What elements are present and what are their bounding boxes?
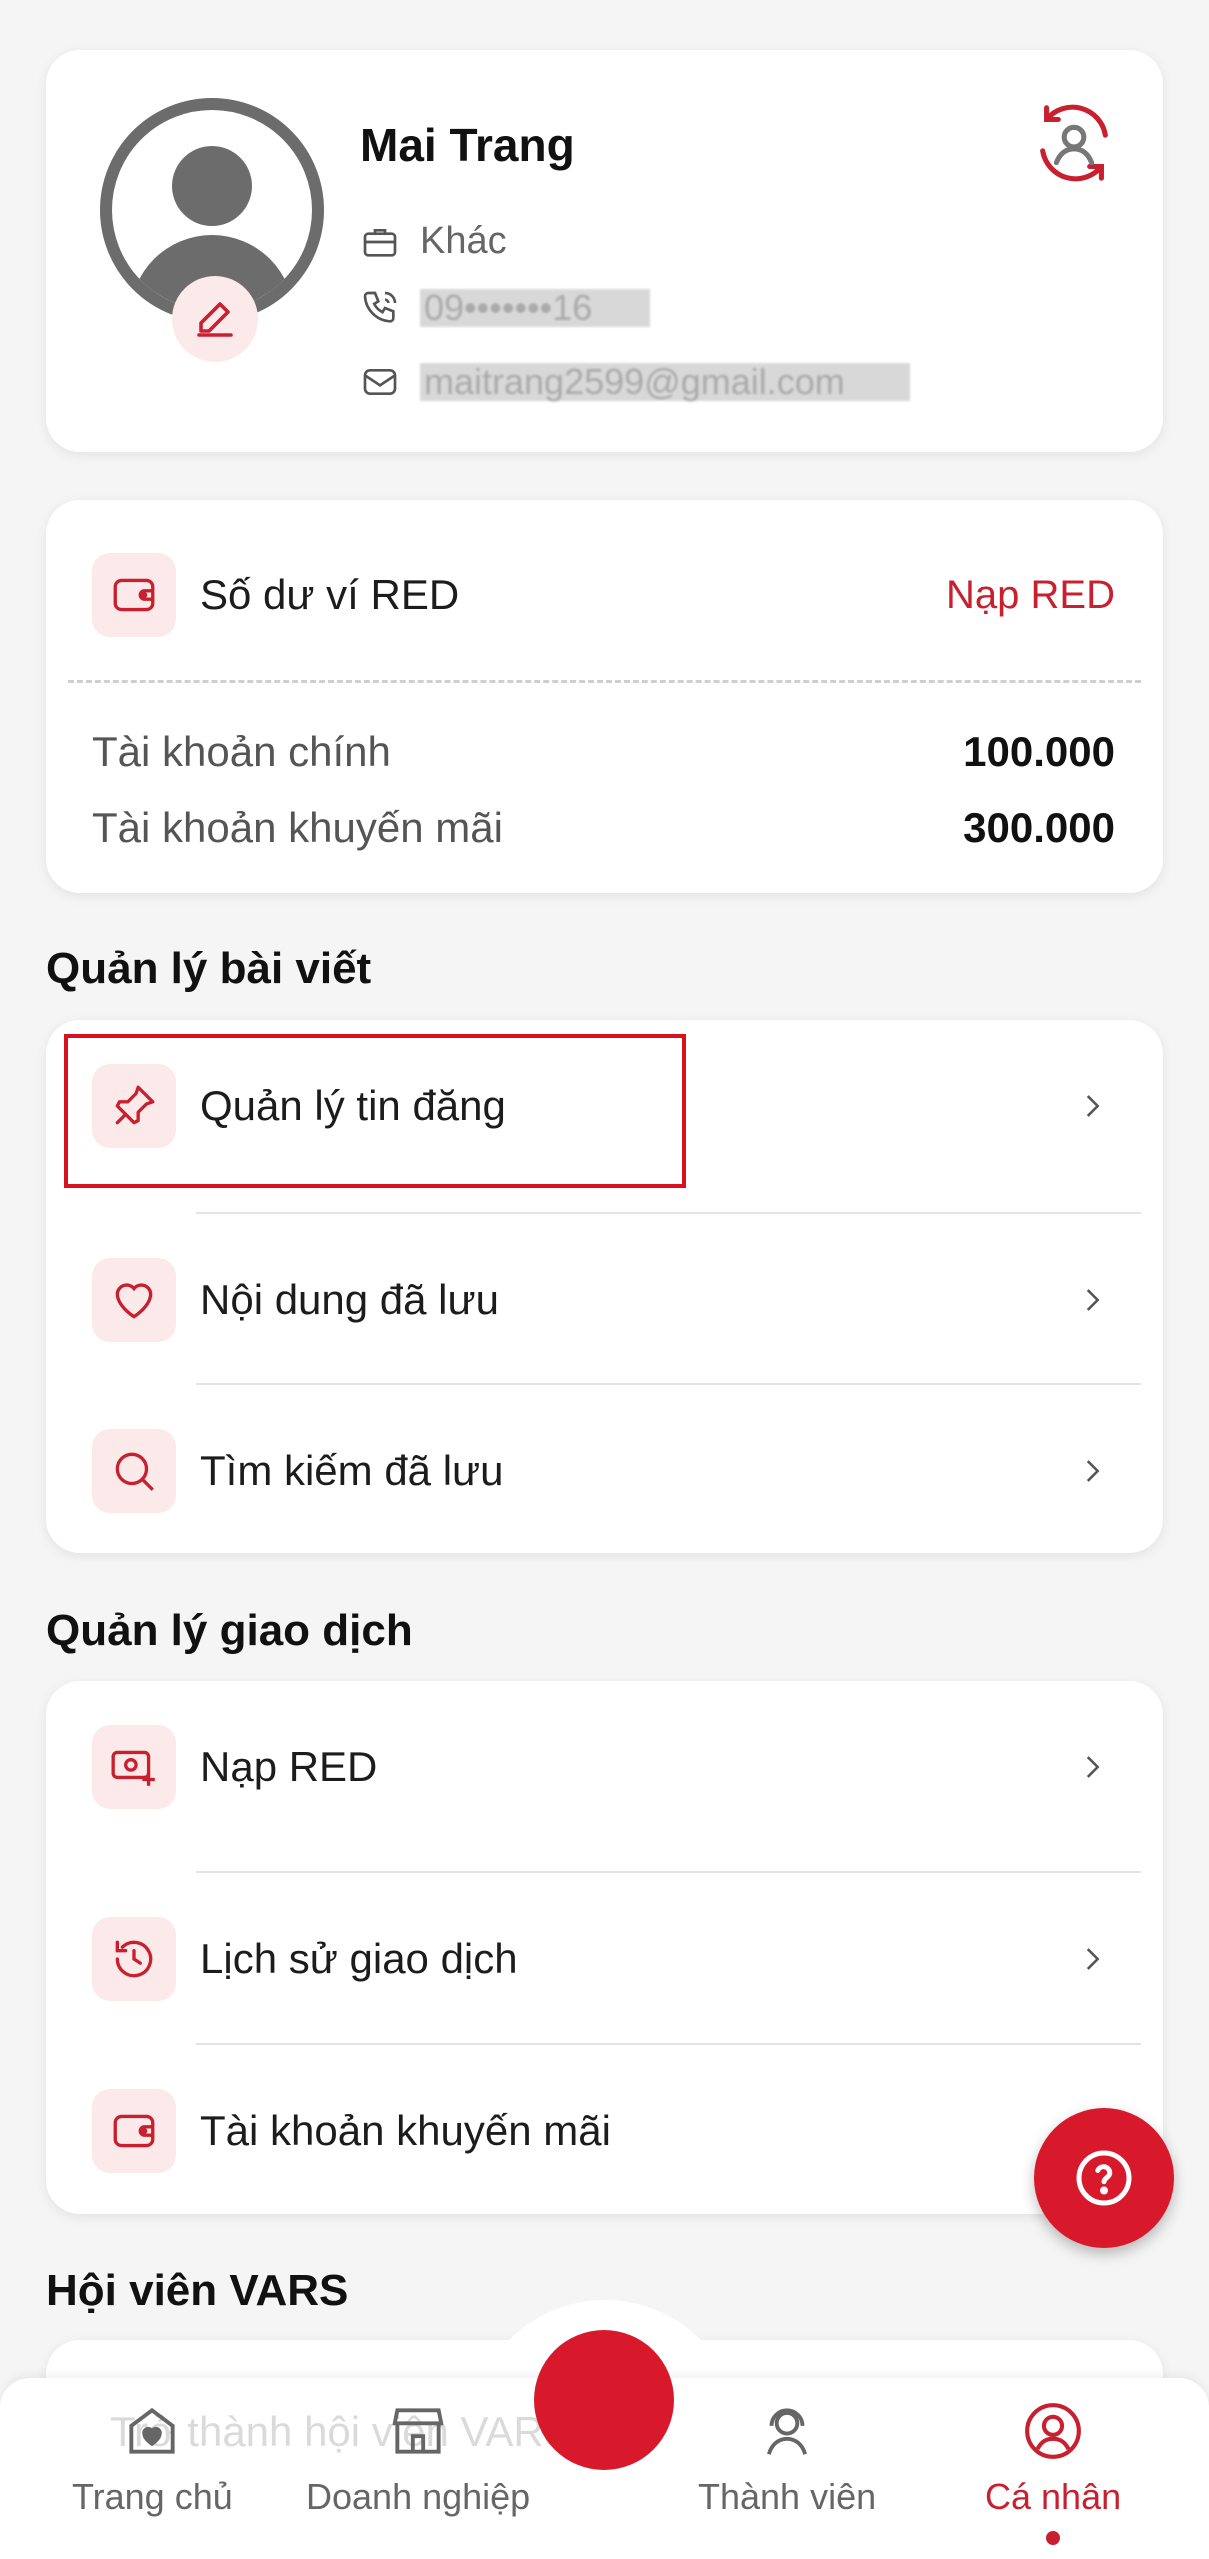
list-item-label: Tài khoản khuyến mãi: [200, 2106, 611, 2154]
phone-icon: [363, 291, 397, 323]
mail-icon: [363, 369, 397, 395]
post-fab-button[interactable]: [534, 2330, 674, 2470]
transactions-list: Nạp RED Lịch sử giao dịch Tài khoản khuy…: [46, 1681, 1163, 2214]
wallet-title: Số dư ví RED: [200, 571, 460, 618]
list-item-label: Nạp RED: [200, 1742, 378, 1790]
chevron-right-icon: [1086, 1459, 1100, 1482]
profile-email: maitrang2599@gmail.com: [420, 363, 910, 401]
wallet-icon: [113, 2114, 155, 2147]
nav-item-members[interactable]: Thành viên: [698, 2400, 876, 2518]
nav-item-business[interactable]: Doanh nghiệp: [306, 2400, 530, 2518]
list-item-promo-account[interactable]: Tài khoản khuyến mãi: [46, 2045, 1163, 2214]
profile-category-row: Khác: [360, 220, 507, 263]
search-icon: [115, 1452, 154, 1491]
nav-item-personal[interactable]: Cá nhân: [985, 2400, 1121, 2518]
chevron-right-icon: [1086, 1288, 1100, 1311]
list-item-label: Lịch sử giao dịch: [200, 1934, 518, 1982]
chevron-right-icon: [1086, 1755, 1100, 1778]
promo-account-value: 300.000: [963, 804, 1115, 851]
profile-category: Khác: [420, 220, 507, 262]
nav-item-home[interactable]: Trang chủ: [72, 2400, 233, 2518]
topup-red-link[interactable]: Nạp RED: [946, 573, 1115, 618]
list-item-saved-content[interactable]: Nội dung đã lưu: [46, 1214, 1163, 1385]
switch-account-button[interactable]: [1027, 96, 1121, 195]
member-icon: [767, 2408, 808, 2455]
nav-label: Trang chủ: [72, 2476, 233, 2517]
switch-account-icon: [1040, 104, 1108, 182]
highlight-box: [64, 1034, 686, 1188]
profile-email-row: maitrang2599@gmail.com: [360, 362, 910, 402]
pencil-icon: [197, 302, 233, 337]
main-account-row: Tài khoản chính 100.000: [92, 728, 1115, 776]
help-button[interactable]: [1034, 2108, 1174, 2248]
store-icon: [392, 2408, 444, 2454]
nav-label: Doanh nghiệp: [306, 2476, 531, 2517]
profile-phone-row: 09•••••••16: [360, 288, 650, 328]
question-icon: [1076, 2150, 1132, 2206]
list-item-transaction-history[interactable]: Lịch sử giao dịch: [46, 1873, 1163, 2044]
transactions-section-title: Quản lý giao dịch: [46, 1606, 413, 1655]
wallet-divider: [68, 680, 1141, 683]
wallet-icon-box: [92, 553, 176, 637]
active-indicator: [1046, 2531, 1060, 2545]
heart-icon: [115, 1282, 153, 1319]
main-account-value: 100.000: [963, 728, 1115, 775]
list-item-topup-red[interactable]: Nạp RED: [46, 1681, 1163, 1852]
nav-label: Thành viên: [698, 2476, 877, 2517]
posts-section-title: Quản lý bài viết: [46, 944, 372, 993]
list-item-saved-searches[interactable]: Tìm kiếm đã lưu: [46, 1385, 1163, 1553]
wallet-card: Số dư ví RED Nạp RED Tài khoản chính 100…: [46, 500, 1163, 893]
nav-label: Cá nhân: [985, 2476, 1122, 2517]
promo-account-row: Tài khoản khuyến mãi 300.000: [92, 804, 1115, 852]
user-icon: [1025, 2403, 1081, 2459]
profile-name: Mai Trang: [360, 119, 575, 171]
topup-icon: [111, 1750, 155, 1786]
list-item-label: Tìm kiếm đã lưu: [200, 1446, 504, 1494]
profile-card: Mai Trang Khác 09•••••••16 maitrang2599@…: [46, 50, 1163, 452]
edit-avatar-button[interactable]: [172, 276, 258, 362]
vars-section-title: Hội viên VARS: [46, 2266, 349, 2315]
briefcase-icon: [363, 228, 397, 257]
chevron-right-icon: [1086, 1094, 1100, 1117]
home-icon: [129, 2407, 175, 2454]
history-icon: [115, 1940, 153, 1977]
list-item-label: Nội dung đã lưu: [200, 1275, 499, 1323]
chevron-right-icon: [1086, 1947, 1100, 1970]
wallet-icon: [113, 578, 155, 612]
profile-phone: 09•••••••16: [420, 289, 650, 327]
main-account-label: Tài khoản chính: [92, 728, 391, 775]
promo-account-label: Tài khoản khuyến mãi: [92, 804, 503, 851]
